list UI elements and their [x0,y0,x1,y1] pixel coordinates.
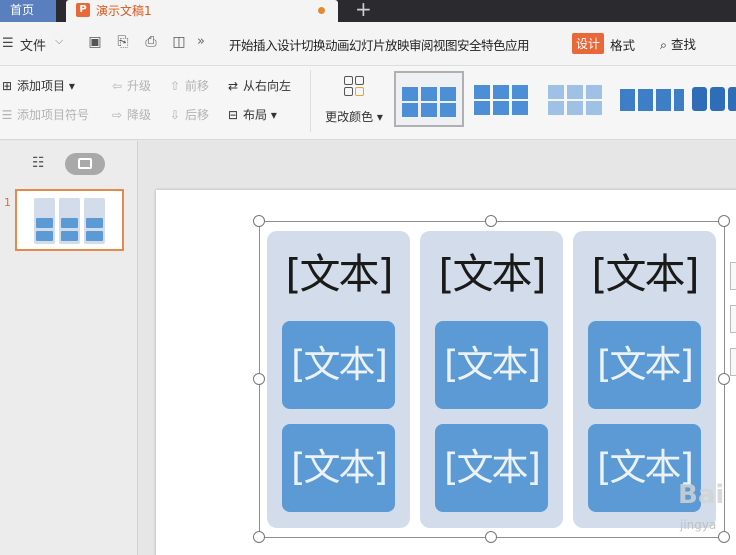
ribbon-divider [310,70,311,132]
slide-number: 1 [4,196,11,209]
add-item-icon: ⊞ [1,79,13,93]
chevron-down-icon[interactable]: ⌵ [55,34,63,48]
resize-handle-left[interactable] [253,373,265,385]
menu-items[interactable]: 开始插入设计切换动画幻灯片放映审阅视图安全特色应用 [229,35,530,54]
column-item-box[interactable]: [文本] [435,424,548,512]
document-title: 演示文稿1 [96,4,152,18]
column-item-box[interactable]: [文本] [282,321,395,409]
smartart-column-1[interactable]: [文本] [文本] [文本] [267,231,410,528]
save-icon[interactable]: ▣ [87,34,103,50]
move-up-button[interactable]: ⇧ 前移 [168,77,209,94]
column-header-text[interactable]: [文本] [573,249,716,299]
slide-thumbnail[interactable] [15,189,124,251]
column-item-box[interactable]: [文本] [282,424,395,512]
print-icon[interactable]: ⎙ [143,34,159,50]
arrow-down-icon: ⇩ [169,108,181,122]
demote-label: 降级 [127,108,152,122]
smartart-column-2[interactable]: [文本] [文本] [文本] [420,231,563,528]
bullet-icon: ☰ [1,108,13,122]
add-item-button[interactable]: ⊞ 添加项目 ▾ [0,77,75,94]
float-tool-button[interactable] [730,262,736,290]
change-color-icon [342,76,366,100]
resize-handle-top-left[interactable] [253,215,265,227]
resize-handle-top-right[interactable] [718,215,730,227]
float-tool-button[interactable] [730,348,736,376]
ribbon: ⊞ 添加项目 ▾ ☰ 添加项目符号 ⇦ 升级 ⇨ 降级 ⇧ 前移 ⇩ 后移 ⇄ 从右向左 ⊟ 布… [0,66,736,140]
smartart-style-gallery [394,71,736,129]
tab-document[interactable]: P 演示文稿1 [66,0,338,22]
slide-view-icon [78,158,92,169]
arrow-left-icon: ⇦ [111,79,123,93]
watermark-text: jingya [680,518,717,532]
change-color-button[interactable]: 更改颜色 ▾ [322,76,386,128]
search-button[interactable]: ⌕ 查找 [660,34,696,53]
slide-panel: ☷ 1 [0,141,138,555]
resize-handle-bottom-left[interactable] [253,531,265,543]
change-color-label: 更改颜色 [325,110,374,124]
add-item-label: 添加项目 [17,79,66,93]
layout-button[interactable]: ⊟ 布局 ▾ [226,106,277,123]
layout-icon: ⊟ [227,108,239,122]
export-icon[interactable]: ⎘ [115,34,131,50]
new-tab-button[interactable]: + [355,0,372,20]
column-item-box[interactable]: [文本] [588,321,701,409]
move-up-label: 前移 [185,79,210,93]
promote-button[interactable]: ⇦ 升级 [110,77,151,94]
file-menu[interactable]: 文件 [20,35,46,54]
hamburger-icon[interactable]: ☰ [2,36,14,51]
tab-bar: 首页 P 演示文稿1 + [0,0,736,22]
add-bullet-button[interactable]: ☰ 添加项目符号 [0,106,89,123]
layout-label: 布局 [243,108,268,122]
arrow-right-icon: ⇨ [111,108,123,122]
demote-button[interactable]: ⇨ 降级 [110,106,151,123]
presentation-icon: P [76,3,90,17]
column-header-text[interactable]: [文本] [267,249,410,299]
resize-handle-bottom-right[interactable] [718,531,730,543]
print-preview-icon[interactable]: ◫ [171,34,187,50]
column-item-box[interactable]: [文本] [435,321,548,409]
style-option-1[interactable] [394,71,464,127]
move-down-button[interactable]: ⇩ 后移 [168,106,209,123]
tab-home[interactable]: 首页 [0,0,56,22]
float-tool-button[interactable] [730,305,736,333]
outline-view-icon[interactable]: ☷ [32,155,45,171]
search-label: 查找 [671,37,697,52]
style-option-5[interactable] [690,71,736,127]
right-to-left-label: 从右向左 [243,79,292,93]
arrow-up-icon: ⇧ [169,79,181,93]
search-icon: ⌕ [660,37,668,52]
more-menu-icon[interactable]: » [197,34,205,49]
move-down-label: 后移 [185,108,210,122]
style-option-4[interactable] [616,71,686,127]
style-option-2[interactable] [468,71,538,127]
right-to-left-button[interactable]: ⇄ 从右向左 [226,77,291,94]
menu-format-tab[interactable]: 格式 [610,35,635,54]
style-option-3[interactable] [542,71,612,127]
unsaved-dot-icon [318,7,325,14]
promote-label: 升级 [127,79,152,93]
swap-icon: ⇄ [227,79,239,93]
resize-handle-top[interactable] [485,215,497,227]
watermark-logo: Bai [678,480,725,510]
add-bullet-label: 添加项目符号 [17,108,90,122]
column-header-text[interactable]: [文本] [420,249,563,299]
menu-bar: ☰ 文件 ⌵ ▣ ⎘ ⎙ ◫ » 开始插入设计切换动画幻灯片放映审阅视图安全特色… [0,22,736,66]
resize-handle-bottom[interactable] [485,531,497,543]
resize-handle-right[interactable] [718,373,730,385]
menu-design-tab[interactable]: 设计 [572,33,605,54]
slide-view-toggle[interactable] [65,153,105,175]
